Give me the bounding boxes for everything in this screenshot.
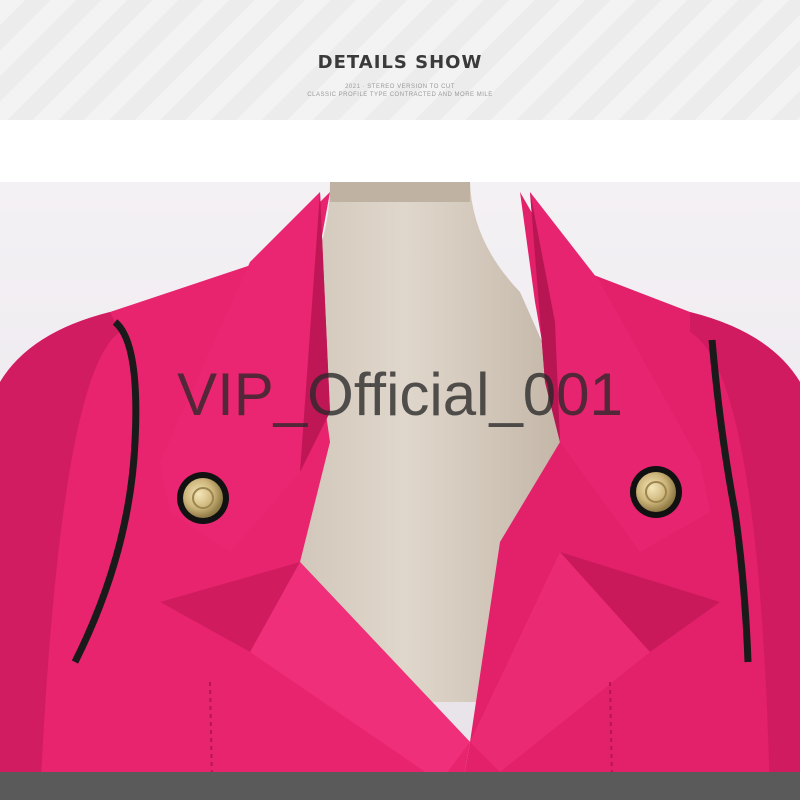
header-subtitle-line-1: 2021 · STEREO VERSION TO CUT: [345, 84, 455, 90]
floor-band: [0, 772, 800, 800]
product-photo: [0, 182, 800, 800]
left-collar-button: [177, 472, 229, 524]
blazer-collar-illustration: [0, 182, 800, 800]
right-collar-button: [630, 466, 682, 518]
details-header-banner: DETAILS SHOW 2021 · STEREO VERSION TO CU…: [0, 0, 800, 120]
details-show-title: DETAILS SHOW: [317, 52, 483, 73]
header-subtitle-line-2: CLASSIC PROFILE TYPE CONTRACTED AND MORE…: [307, 92, 493, 98]
mannequin-neck-cap: [330, 182, 470, 202]
watermark-text: VIP_Official_001: [177, 361, 623, 428]
spacer: [0, 120, 800, 182]
